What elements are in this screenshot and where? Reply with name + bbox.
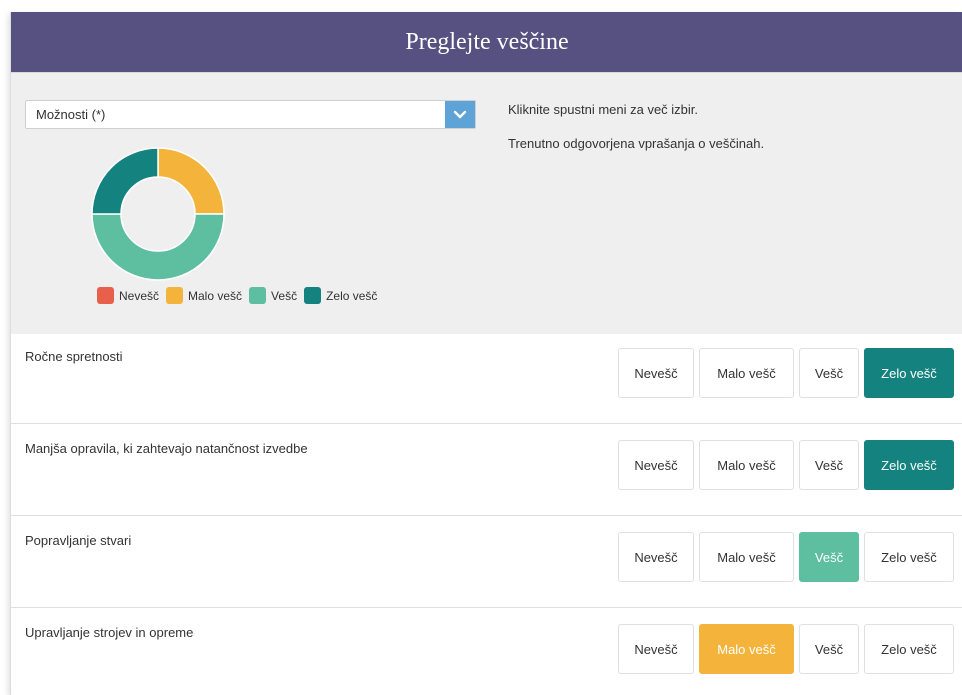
donut-slice-3	[91, 147, 159, 215]
legend-swatch	[166, 287, 184, 304]
skill-row: Popravljanje stvari Nevešč Malo vešč Vešč Ze…	[11, 518, 962, 608]
legend-label: Malo vešč	[188, 288, 243, 303]
skill-level-button[interactable]: Nevešč	[618, 532, 694, 582]
skill-name: Manjša opravila, ki zahtevajo natančnost…	[25, 441, 308, 456]
donut-slice-2	[91, 213, 225, 281]
skill-level-button[interactable]: Zelo vešč	[864, 440, 954, 490]
legend-swatch	[249, 287, 267, 304]
skill-name: Popravljanje stvari	[25, 533, 132, 548]
legend-swatch	[97, 287, 114, 304]
skill-level-button[interactable]: Malo vešč	[699, 624, 794, 674]
skill-level-button[interactable]: Zelo vešč	[864, 348, 954, 398]
skill-level-button[interactable]: Vešč	[799, 348, 859, 398]
legend-swatch	[304, 287, 322, 304]
legend-label: Zelo vešč	[326, 288, 378, 303]
skill-level-button[interactable]: Vešč	[799, 440, 859, 490]
skill-level-button[interactable]: Malo vešč	[699, 440, 794, 490]
skill-name: Upravljanje strojev in opreme	[25, 625, 194, 640]
page-title: Preglejte veščine	[405, 28, 569, 55]
legend-item-1: Malo vešč	[166, 287, 242, 304]
skill-level-button[interactable]: Vešč	[799, 532, 859, 582]
skill-level-button[interactable]: Malo vešč	[699, 532, 794, 582]
dropdown-hint-text: Kliknite spustni meni za več izbir.	[508, 102, 699, 117]
skills-donut-chart	[91, 147, 225, 281]
legend-item-0: Nevešč	[97, 287, 159, 304]
skill-row: Manjša opravila, ki zahtevajo natančnost…	[11, 426, 962, 516]
legend-label: Nevešč	[119, 288, 160, 303]
answered-questions-text: Trenutno odgovorjena vprašanja o veščina…	[508, 136, 765, 151]
skill-row: Ročne spretnosti Nevešč Malo vešč Vešč Zelo …	[11, 334, 962, 424]
skill-level-button[interactable]: Nevešč	[618, 624, 694, 674]
skill-name: Ročne spretnosti	[25, 349, 123, 364]
page-header: Preglejte veščine	[11, 12, 962, 72]
options-dropdown[interactable]: Možnosti (*)	[25, 100, 476, 129]
legend-item-3: Zelo vešč	[304, 287, 377, 304]
skill-row: Upravljanje strojev in opreme Nevešč Malo …	[11, 610, 962, 695]
skill-level-button[interactable]: Nevešč	[618, 440, 694, 490]
chevron-down-icon	[453, 110, 467, 118]
skill-level-button[interactable]: Nevešč	[618, 348, 694, 398]
skill-level-button[interactable]: Malo vešč	[699, 348, 794, 398]
skill-level-button[interactable]: Zelo vešč	[864, 624, 954, 674]
skill-level-button[interactable]: Zelo vešč	[864, 532, 954, 582]
options-dropdown-value: Možnosti (*)	[36, 107, 106, 122]
dropdown-toggle-button[interactable]	[445, 101, 475, 128]
chart-legend: Nevešč Malo vešč Vešč Zelo vešč	[97, 287, 384, 304]
legend-item-2: Vešč	[249, 287, 297, 304]
skill-level-button[interactable]: Vešč	[799, 624, 859, 674]
donut-slice-1	[157, 147, 225, 215]
legend-label: Vešč	[271, 288, 298, 303]
skills-review-window: Preglejte veščine Možnosti (*) Kliknite …	[10, 12, 962, 695]
summary-panel: Možnosti (*) Kliknite spustni meni za ve…	[11, 72, 962, 334]
